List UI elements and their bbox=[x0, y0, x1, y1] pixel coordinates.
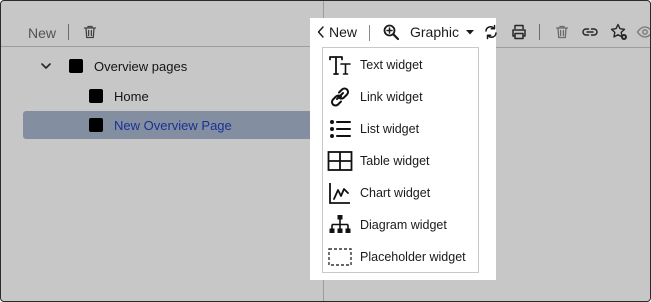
star-settings-icon[interactable] bbox=[608, 21, 630, 43]
menu-item-label: Diagram widget bbox=[360, 218, 447, 232]
print-icon[interactable] bbox=[508, 21, 530, 43]
zoom-in-icon[interactable] bbox=[380, 21, 402, 43]
tree-item-label: New Overview Page bbox=[114, 117, 232, 133]
chevron-left-icon bbox=[317, 26, 324, 38]
menu-item-label: Chart widget bbox=[360, 186, 431, 200]
refresh-icon[interactable] bbox=[480, 21, 502, 43]
menu-item-label: List widget bbox=[360, 122, 420, 136]
tree-item-home[interactable]: Home bbox=[81, 82, 311, 110]
caret-down-icon bbox=[466, 30, 475, 35]
tree-item-label: Home bbox=[114, 88, 149, 104]
text-widget-icon bbox=[329, 56, 351, 75]
chevron-down-icon[interactable] bbox=[39, 59, 53, 73]
chart-widget-icon bbox=[329, 183, 350, 204]
menu-item-label: Placeholder widget bbox=[360, 250, 466, 264]
toolbar-divider bbox=[369, 25, 370, 41]
trash-icon[interactable] bbox=[79, 21, 101, 43]
back-new-label: New bbox=[329, 24, 358, 40]
link-widget-icon bbox=[330, 87, 350, 107]
menu-item-placeholder-widget[interactable]: Placeholder widget bbox=[323, 242, 478, 272]
tree-pane: New Overview pages Home New Overview Pag… bbox=[1, 1, 323, 301]
menu-item-text-widget[interactable]: Text widget bbox=[323, 50, 478, 80]
list-widget-icon bbox=[330, 120, 351, 138]
menu-item-label: Text widget bbox=[360, 58, 423, 72]
menu-item-list-widget[interactable]: List widget bbox=[323, 114, 478, 144]
tree-item-label: Overview pages bbox=[94, 58, 188, 74]
toolbar-divider bbox=[539, 24, 540, 40]
toolbar-divider bbox=[68, 24, 69, 40]
menu-item-diagram-widget[interactable]: Diagram widget bbox=[323, 210, 478, 240]
app-frame: New Overview pages Home New Overview Pag… bbox=[0, 0, 651, 302]
menu-item-chart-widget[interactable]: Chart widget bbox=[323, 178, 478, 208]
tree-toolbar: New bbox=[1, 1, 323, 47]
diagram-widget-icon bbox=[329, 215, 351, 233]
menu-item-label: Table widget bbox=[360, 154, 430, 168]
page-icon bbox=[89, 89, 103, 103]
tree-item-overview-pages[interactable]: Overview pages bbox=[31, 52, 311, 80]
menu-item-link-widget[interactable]: Link widget bbox=[323, 82, 478, 112]
graphic-dropdown[interactable]: Graphic bbox=[410, 24, 475, 40]
link-icon[interactable] bbox=[579, 21, 601, 43]
widget-menu: Text widget Link widget List widget Tabl… bbox=[322, 47, 479, 273]
toolbar-divider bbox=[496, 47, 650, 48]
table-widget-icon bbox=[327, 151, 353, 171]
page-folder-icon bbox=[69, 59, 83, 73]
page-icon bbox=[89, 118, 103, 132]
placeholder-widget-icon bbox=[328, 248, 352, 266]
graphic-dropdown-label: Graphic bbox=[410, 24, 460, 40]
tree-item-new-overview-page[interactable]: New Overview Page bbox=[23, 111, 321, 139]
trash-icon[interactable] bbox=[551, 21, 573, 43]
new-button[interactable]: New bbox=[28, 25, 56, 41]
menu-item-label: Link widget bbox=[360, 90, 423, 104]
menu-item-table-widget[interactable]: Table widget bbox=[323, 146, 478, 176]
eye-icon[interactable] bbox=[634, 21, 650, 43]
back-new-button[interactable]: New bbox=[316, 24, 357, 40]
